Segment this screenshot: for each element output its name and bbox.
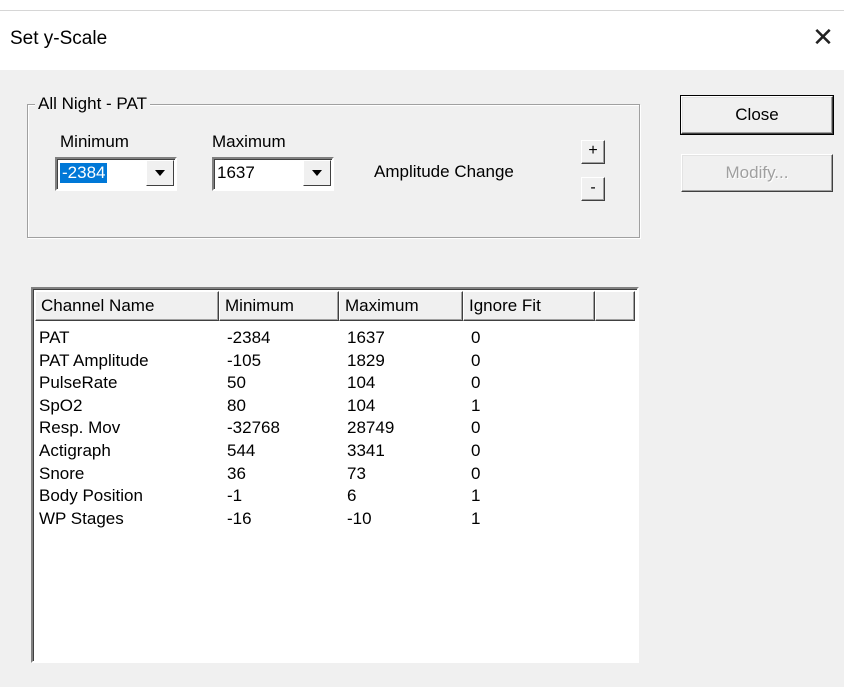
chevron-down-icon[interactable] bbox=[303, 160, 331, 186]
minimum-cell: 80 bbox=[227, 395, 246, 415]
maximum-cell: 1829 bbox=[347, 350, 385, 370]
ignore-fit-cell: 1 bbox=[471, 395, 481, 415]
table-row[interactable]: Snore 36 73 0 bbox=[39, 463, 629, 485]
table-row[interactable]: Actigraph 544 3341 0 bbox=[39, 440, 629, 462]
chevron-down-icon[interactable] bbox=[146, 160, 174, 186]
dialog-title: Set y-Scale bbox=[10, 28, 108, 49]
amplitude-increase-button[interactable]: + bbox=[581, 140, 605, 164]
minimum-combobox[interactable]: -2384 bbox=[55, 157, 177, 191]
maximum-combobox[interactable]: 1637 bbox=[212, 157, 334, 191]
maximum-cell: 104 bbox=[347, 373, 376, 393]
maximum-cell: 104 bbox=[347, 395, 376, 415]
minimum-cell: -1 bbox=[227, 486, 243, 506]
ignore-fit-cell: 0 bbox=[471, 463, 481, 483]
channel-name-cell: WP Stages bbox=[39, 508, 124, 528]
title-bar: Set y-Scale ✕ bbox=[0, 0, 844, 70]
minimum-cell: 36 bbox=[227, 463, 246, 483]
column-header-maximum[interactable]: Maximum bbox=[339, 291, 463, 321]
maximum-cell: 3341 bbox=[347, 441, 385, 460]
table-row[interactable]: SpO2 80 104 1 bbox=[39, 395, 629, 417]
minimum-cell: -2384 bbox=[227, 328, 271, 347]
minimum-cell: -16 bbox=[227, 508, 252, 528]
table-row[interactable]: Body Position -1 6 1 bbox=[39, 485, 629, 507]
minimum-value: -2384 bbox=[60, 163, 108, 183]
maximum-value: 1637 bbox=[217, 163, 255, 182]
channel-listview[interactable]: Channel Name Minimum Maximum Ignore Fit … bbox=[31, 287, 639, 663]
maximum-cell: 1637 bbox=[347, 328, 385, 347]
minimum-cell: -105 bbox=[227, 350, 262, 370]
minimum-cell: 50 bbox=[227, 373, 246, 393]
table-row[interactable]: PAT Amplitude -105 1829 0 bbox=[39, 350, 629, 372]
ignore-fit-cell: 0 bbox=[471, 418, 481, 438]
table-row[interactable]: Resp. Mov -32768 28749 0 bbox=[39, 417, 629, 439]
channel-name-cell: PAT bbox=[39, 328, 70, 347]
minimum-cell: 544 bbox=[227, 441, 256, 460]
modify-button[interactable]: Modify... bbox=[681, 154, 833, 192]
groupbox-label: All Night - PAT bbox=[35, 94, 150, 114]
amplitude-decrease-button[interactable]: - bbox=[581, 177, 605, 201]
channel-name-cell: Snore bbox=[39, 463, 85, 483]
table-row[interactable]: PulseRate 50 104 0 bbox=[39, 372, 629, 394]
maximum-cell: -10 bbox=[347, 508, 372, 528]
channel-name-cell: Body Position bbox=[39, 486, 143, 506]
maximum-label: Maximum bbox=[212, 132, 286, 151]
column-header-empty bbox=[595, 291, 635, 321]
ignore-fit-cell: 0 bbox=[471, 373, 481, 393]
ignore-fit-cell: 0 bbox=[471, 328, 481, 347]
channel-name-cell: SpO2 bbox=[39, 395, 83, 415]
column-header-ignore-fit[interactable]: Ignore Fit bbox=[463, 291, 595, 321]
channel-name-cell: PulseRate bbox=[39, 373, 118, 393]
channel-name-cell: PAT Amplitude bbox=[39, 350, 149, 370]
title-bar-top-border bbox=[0, 10, 844, 11]
ignore-fit-cell: 0 bbox=[471, 441, 481, 460]
minimum-label: Minimum bbox=[60, 132, 129, 151]
table-row[interactable]: WP Stages -16 -10 1 bbox=[39, 508, 629, 530]
column-header-channel-name[interactable]: Channel Name bbox=[35, 291, 219, 321]
amplitude-change-label: Amplitude Change bbox=[374, 162, 514, 181]
column-header-minimum[interactable]: Minimum bbox=[219, 291, 339, 321]
channel-name-cell: Actigraph bbox=[39, 441, 111, 460]
table-row[interactable]: PAT -2384 1637 0 bbox=[39, 327, 629, 349]
close-icon[interactable]: ✕ bbox=[808, 22, 838, 52]
close-button[interactable]: Close bbox=[680, 95, 834, 135]
maximum-cell: 6 bbox=[347, 486, 357, 506]
set-y-scale-dialog: Set y-Scale ✕ All Night - PAT Minimum Ma… bbox=[0, 0, 844, 687]
minimum-cell: -32768 bbox=[227, 418, 280, 438]
maximum-cell: 28749 bbox=[347, 418, 395, 438]
ignore-fit-cell: 0 bbox=[471, 350, 481, 370]
maximum-cell: 73 bbox=[347, 463, 366, 483]
channel-name-cell: Resp. Mov bbox=[39, 418, 121, 438]
ignore-fit-cell: 1 bbox=[471, 508, 481, 528]
ignore-fit-cell: 1 bbox=[471, 486, 481, 506]
